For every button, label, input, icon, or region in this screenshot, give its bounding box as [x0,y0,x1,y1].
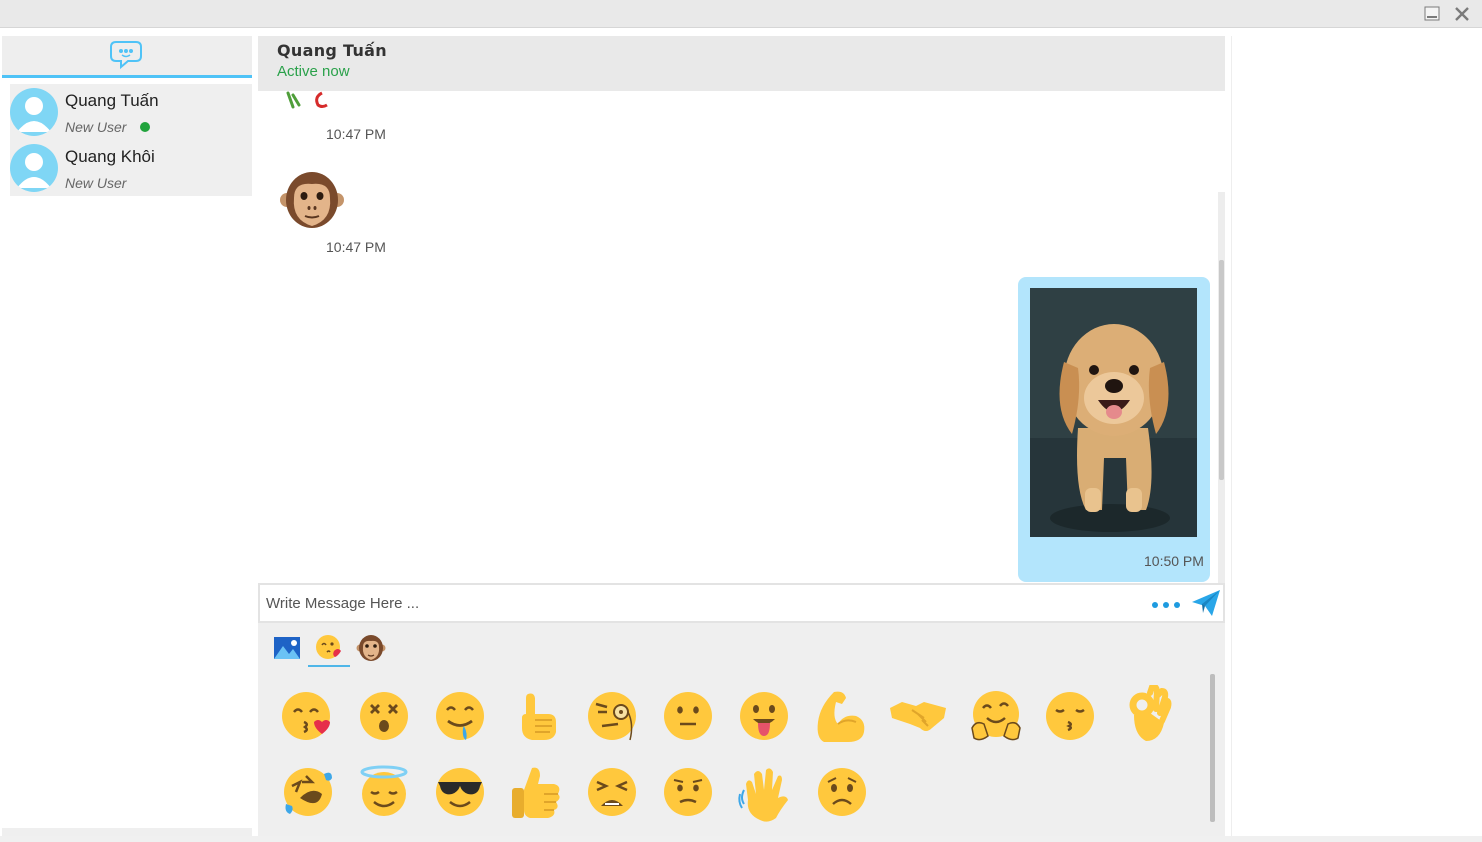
chat-bubble-icon [108,38,146,74]
partial-sticker [284,91,334,111]
contact-name: Quang Tuấn [65,91,159,110]
dizzy-face-icon[interactable] [356,688,412,744]
contact-list: Quang Tuấn New User Quang Khôi New User [10,84,252,196]
send-icon[interactable] [1190,588,1222,618]
tired-face-icon[interactable] [584,764,640,820]
window-titlebar [0,0,1482,28]
contact-item-quang-khoi[interactable]: Quang Khôi New User [10,140,252,196]
smiling-face-with-halo-icon[interactable] [356,764,412,820]
emoji-face-icon [314,633,344,665]
close-icon[interactable] [1453,5,1471,23]
drooling-face-icon[interactable] [432,688,488,744]
waving-hand-icon[interactable] [736,764,792,822]
tab-emoji[interactable] [308,633,350,667]
avatar [10,144,58,192]
monkey-icon [356,634,386,666]
minimize-icon[interactable] [1423,5,1441,23]
confused-face-icon[interactable] [660,764,716,820]
message-composer [258,583,1225,623]
message-time: 10:47 PM [326,239,386,255]
dog-photo[interactable] [1030,288,1197,537]
handshake-icon[interactable] [888,688,946,744]
chat-header: Quang Tuấn Active now [258,36,1225,91]
contacts-sidebar: Quang Tuấn New User Quang Khôi New User [2,36,252,836]
worried-face-icon[interactable] [814,764,870,820]
right-pane [1231,36,1482,836]
message-input[interactable] [266,593,1126,613]
face-with-monocle-icon[interactable] [584,688,640,744]
chat-status: Active now [277,63,350,80]
message-scrollbar-thumb[interactable] [1219,260,1224,480]
sidebar-logo-bar [2,36,252,78]
tab-monkey-stickers[interactable] [354,633,388,667]
contact-name: Quang Khôi [65,147,155,166]
smiling-face-with-sunglasses-icon[interactable] [432,764,488,820]
contact-subtitle: New User [65,175,127,191]
monkey-face-sticker [280,170,344,230]
message-time: 10:50 PM [1144,553,1204,569]
emoji-picker [258,623,1225,836]
kissing-face-icon[interactable] [1042,688,1098,744]
ok-hand-icon[interactable] [1120,683,1176,741]
neutral-face-icon[interactable] [660,688,716,744]
call-me-hand-icon[interactable] [508,688,564,744]
emoji-scrollbar[interactable] [1210,674,1215,822]
hugging-face-icon[interactable] [968,688,1024,744]
image-icon [273,636,301,664]
more-options-icon[interactable] [1152,602,1182,608]
outgoing-image-bubble[interactable]: 10:50 PM [1018,277,1210,582]
flexed-biceps-icon[interactable] [812,688,868,744]
thumbs-up-icon[interactable] [508,764,564,820]
face-blowing-kiss-icon[interactable] [280,688,336,744]
contact-subtitle: New User [65,119,127,135]
avatar [10,88,58,136]
tab-images[interactable] [270,633,304,667]
sidebar-footer [2,828,252,836]
window-bottom-edge [0,836,1482,842]
online-status-dot [140,122,150,132]
contact-item-quang-tuan[interactable]: Quang Tuấn New User [10,84,252,140]
rolling-on-floor-laughing-icon[interactable] [280,764,336,820]
face-with-tongue-icon[interactable] [736,688,792,744]
message-time: 10:47 PM [326,126,386,142]
chat-contact-name: Quang Tuấn [277,41,387,60]
